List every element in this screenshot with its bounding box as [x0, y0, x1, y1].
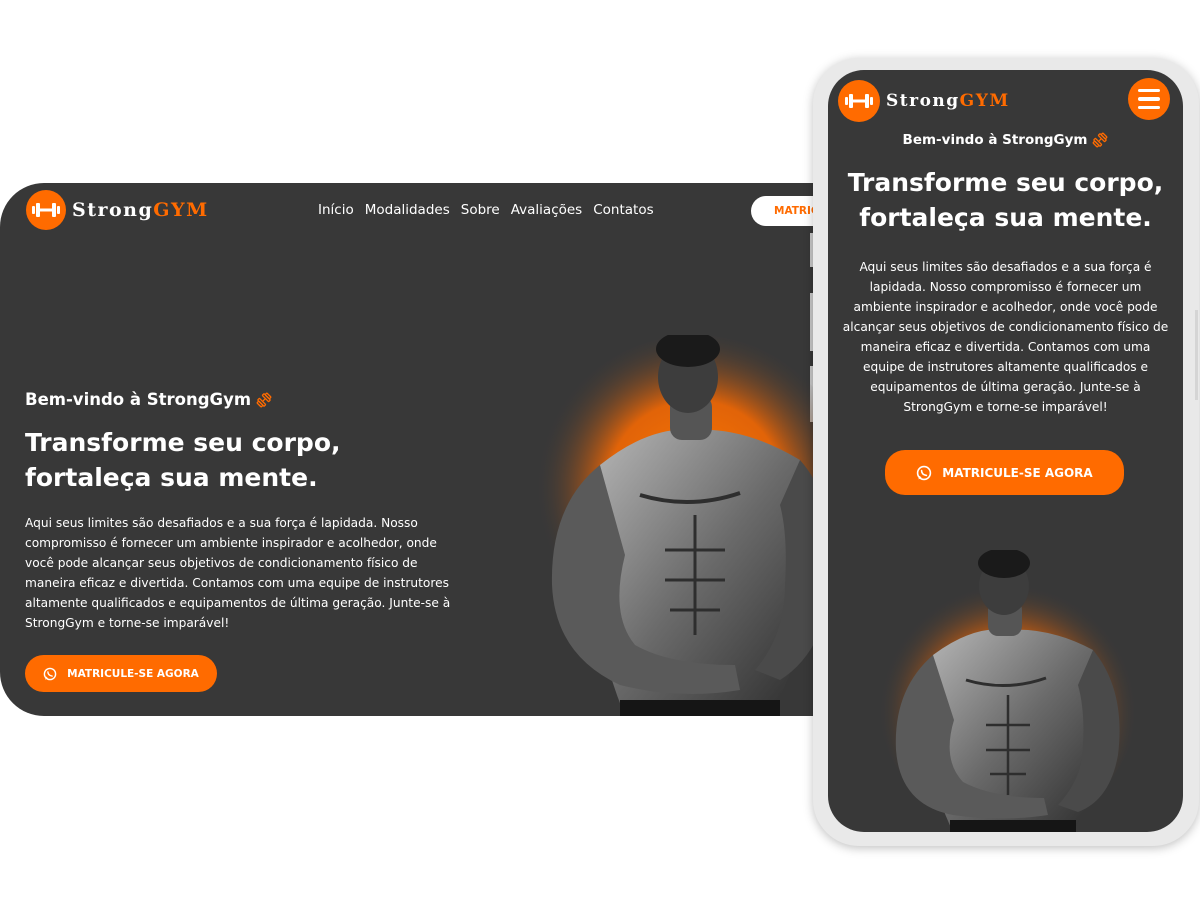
nav-item-contatos[interactable]: Contatos — [593, 202, 653, 218]
phone-side-button — [1195, 310, 1198, 400]
nav-item-modalidades[interactable]: Modalidades — [365, 202, 450, 218]
dumbbell-icon — [838, 80, 880, 122]
brand-logo-mobile[interactable]: StrongGYM — [838, 80, 1010, 122]
hero-title-mobile: Transforme seu corpo, fortaleça sua ment… — [847, 168, 1164, 232]
site-header: StrongGYM Início Modalidades Sobre Avali… — [0, 183, 850, 239]
hero-welcome-text: Bem-vindo à StrongGym — [25, 390, 252, 409]
hero-athlete-image — [878, 550, 1138, 832]
enroll-button-mobile[interactable]: MATRICULE-SE AGORA — [885, 450, 1124, 495]
whatsapp-icon — [917, 465, 932, 480]
nav-item-inicio[interactable]: Início — [318, 202, 354, 218]
hero-athlete-image — [535, 335, 850, 716]
mobile-mockup: StrongGYM Bem-vindo à StrongGym Transfor… — [813, 58, 1199, 846]
enroll-button-label: MATRICULE-SE AGORA — [942, 465, 1093, 480]
hero-welcome-mobile: Bem-vindo à StrongGym — [828, 132, 1183, 148]
dumbbell-icon — [26, 190, 66, 230]
mobile-screen: StrongGYM Bem-vindo à StrongGym Transfor… — [828, 70, 1183, 832]
hero-description: Aqui seus limites são desafiados e a sua… — [25, 516, 451, 630]
hamburger-menu-icon[interactable] — [1128, 78, 1170, 120]
nav-item-sobre[interactable]: Sobre — [461, 202, 500, 218]
hero-welcome: Bem-vindo à StrongGym — [25, 390, 272, 409]
whatsapp-icon — [43, 667, 57, 680]
brand-name: StrongGYM — [886, 91, 1010, 111]
hero-welcome-text: Bem-vindo à StrongGym — [902, 132, 1088, 148]
main-nav: Início Modalidades Sobre Avaliações Cont… — [318, 202, 654, 218]
enroll-button[interactable]: MATRICULE-SE AGORA — [25, 655, 217, 692]
brand-name: StrongGYM — [72, 199, 209, 221]
desktop-mockup: StrongGYM Início Modalidades Sobre Avali… — [0, 183, 850, 716]
enroll-button-label: MATRICULE-SE AGORA — [67, 667, 199, 680]
brand-logo[interactable]: StrongGYM — [26, 190, 209, 230]
hero-description-mobile: Aqui seus limites são desafiados e a sua… — [842, 260, 1169, 414]
nav-item-avaliacoes[interactable]: Avaliações — [511, 202, 583, 218]
hero-title: Transforme seu corpo, fortaleça sua ment… — [25, 428, 341, 492]
dumbbell-icon — [256, 392, 272, 407]
dumbbell-icon — [1092, 132, 1108, 148]
